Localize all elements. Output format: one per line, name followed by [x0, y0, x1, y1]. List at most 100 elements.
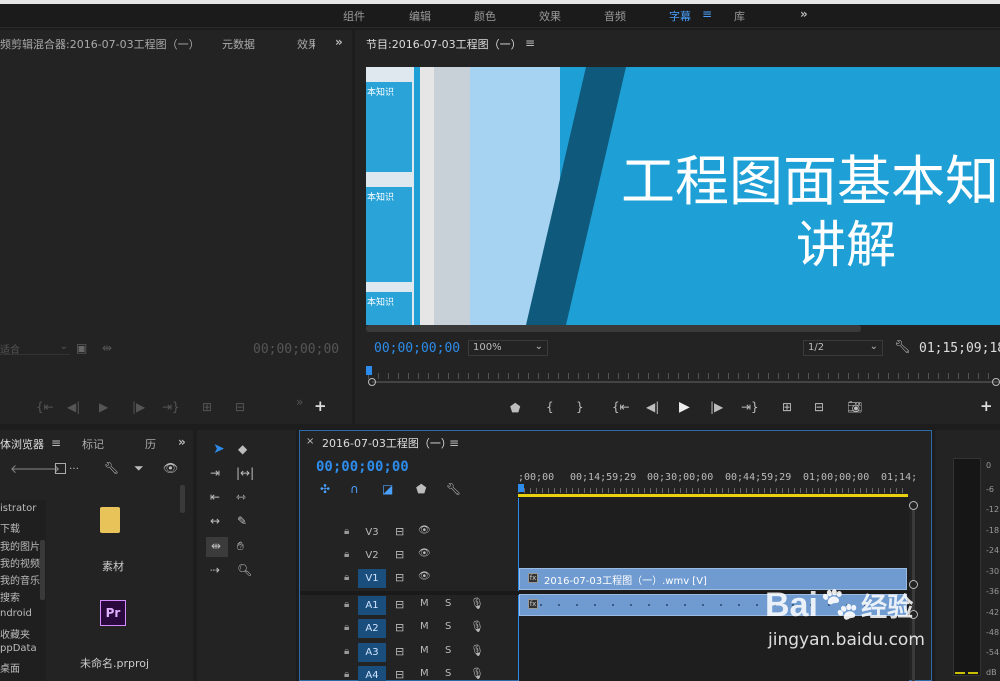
track-label-v1[interactable]: V1 [358, 569, 386, 588]
scroll-handle-top[interactable] [909, 501, 918, 510]
export-frame-icon[interactable]: ▣ [76, 342, 87, 354]
go-to-out-icon[interactable]: ⇥} [741, 401, 759, 413]
workspace-overflow-icon[interactable]: » [800, 8, 808, 20]
folder-icon[interactable] [100, 507, 120, 533]
tab-media-browser[interactable]: 体浏览器 [0, 436, 44, 452]
nest-icon[interactable]: ✣ [320, 483, 330, 495]
lock-icon[interactable]: 🔒︎ [344, 622, 349, 633]
eye-icon[interactable]: 👁︎ [163, 462, 178, 474]
lock-icon[interactable]: 🔒︎ [344, 669, 349, 680]
mute-button[interactable]: M [420, 621, 429, 632]
microphone-icon[interactable]: 🎙︎ [470, 667, 484, 680]
mute-button[interactable]: M [420, 598, 429, 609]
media-browser-scrollbar[interactable] [180, 485, 185, 513]
view-toggle-checkbox[interactable] [55, 463, 66, 474]
eye-icon[interactable]: 👁︎ [418, 571, 431, 582]
folder-item[interactable]: 下载 [0, 520, 20, 535]
source-tab-mixer[interactable]: 频剪辑混合器:2016-07-03工程图（一） [0, 36, 200, 52]
sync-lock-icon[interactable]: ⊟ [395, 645, 404, 658]
track-label-a2[interactable]: A2 [358, 619, 386, 638]
timeline-playhead-icon[interactable] [518, 484, 524, 492]
lock-icon[interactable]: 🔒︎ [344, 599, 349, 610]
go-to-in-icon[interactable]: {⇤ [612, 401, 630, 413]
track-label-v3[interactable]: V3 [358, 523, 386, 542]
sync-lock-icon[interactable]: ⊟ [395, 621, 404, 634]
folder-item[interactable]: 我的图片 [0, 538, 40, 553]
source-overwrite-icon[interactable]: ⊟ [235, 401, 245, 413]
sync-lock-icon[interactable]: ⊟ [395, 571, 404, 584]
work-area-bar[interactable] [518, 494, 908, 497]
premiere-project-icon[interactable]: Pr [100, 600, 126, 626]
add-marker-icon[interactable]: ⬟ [510, 402, 520, 414]
pen-tool-icon[interactable]: ✎ [237, 515, 247, 527]
workspace-menu-icon[interactable]: ≡ [702, 8, 712, 20]
folder-item[interactable]: 我的视频 [0, 555, 40, 570]
step-back-icon[interactable]: ◀| [646, 401, 659, 413]
timeline-ruler[interactable]: ;00;00 00;14;59;29 00;30;00;00 00;44;59;… [518, 466, 917, 498]
program-scrub-bar[interactable] [366, 366, 1000, 388]
source-step-back-icon[interactable]: ◀| [67, 401, 80, 413]
program-add-button-icon[interactable]: + [980, 399, 993, 414]
mute-button[interactable]: M [420, 645, 429, 656]
workspace-tab-libraries[interactable]: 库 [734, 8, 745, 24]
track-label-v2[interactable]: V2 [358, 546, 386, 565]
mark-in-icon[interactable]: { [546, 401, 554, 413]
source-step-forward-icon[interactable]: |▶ [132, 401, 145, 413]
media-wrench-icon[interactable]: 🔧︎ [104, 462, 119, 474]
lock-icon[interactable]: 🔒︎ [344, 572, 349, 583]
timeline-settings-wrench-icon[interactable]: 🔧︎ [446, 483, 461, 495]
zoom-tool-icon[interactable]: 🔍︎ [237, 564, 252, 576]
play-icon[interactable]: ▶ [679, 400, 690, 414]
scrub-in-handle[interactable] [368, 378, 376, 386]
microphone-icon[interactable]: 🎙︎ [470, 644, 484, 657]
program-timecode[interactable]: 00;00;00;00 [374, 341, 460, 356]
sync-lock-icon[interactable]: ⊟ [395, 668, 404, 681]
lift-icon[interactable]: ⊞ [782, 401, 792, 413]
mute-button[interactable]: M [420, 668, 429, 679]
folder-item[interactable]: ppData [0, 643, 37, 654]
track-label-a3[interactable]: A3 [358, 643, 386, 662]
slip-tool-icon[interactable]: ↔ [210, 515, 220, 527]
linked-selection-icon[interactable]: ◪ [382, 483, 393, 495]
workspace-tab-color[interactable]: 颜色 [474, 8, 496, 24]
workspace-tab-titles[interactable]: 字幕 [669, 8, 691, 24]
hand-tool-icon[interactable]: ✋︎ [237, 540, 244, 552]
media-browser-overflow-icon[interactable]: » [178, 436, 186, 448]
source-mark-out-icon[interactable]: ⇥} [162, 401, 180, 413]
solo-button[interactable]: S [445, 668, 451, 679]
eye-icon[interactable]: 👁︎ [418, 548, 431, 559]
selection-tool-icon[interactable]: ➤ [213, 442, 225, 456]
folder-tree-scrollbar[interactable] [40, 540, 45, 600]
folder-item[interactable]: 我的音乐 [0, 572, 40, 587]
source-insert-icon[interactable]: ⊞ [202, 401, 212, 413]
lock-icon[interactable]: 🔒︎ [344, 526, 349, 537]
track-select-forward-icon[interactable]: ⇢ [210, 564, 220, 576]
solo-button[interactable]: S [445, 621, 451, 632]
sync-lock-icon[interactable]: ⊟ [395, 598, 404, 611]
eye-icon[interactable]: 👁︎ [418, 525, 431, 536]
solo-button[interactable]: S [445, 645, 451, 656]
mark-out-icon[interactable]: } [576, 401, 584, 413]
source-tab-effects[interactable]: 效果 [297, 36, 315, 52]
extract-icon[interactable]: ⊟ [814, 401, 824, 413]
lock-icon[interactable]: 🔒︎ [344, 646, 349, 657]
program-scrollbar[interactable] [366, 325, 861, 332]
microphone-icon[interactable]: 🎙︎ [470, 620, 484, 633]
program-menu-icon[interactable]: ≡ [525, 37, 535, 49]
source-mark-in-icon[interactable]: {⇤ [36, 401, 54, 413]
camera-icon[interactable]: 📷︎ [847, 401, 862, 413]
source-overflow-icon[interactable]: » [335, 36, 343, 48]
source-play-icon[interactable]: ▶ [99, 401, 108, 413]
source-fit-dropdown[interactable]: 适合 ⌄ [0, 341, 70, 356]
workspace-tab-editing[interactable]: 编辑 [409, 8, 431, 24]
sync-lock-icon[interactable]: ⊟ [395, 548, 404, 561]
rolling-edit-tool-icon[interactable]: |↔| [236, 467, 254, 479]
folder-item[interactable]: 搜索 [0, 589, 20, 604]
folder-item[interactable]: istrator [0, 503, 36, 514]
view-more-icon[interactable]: … [69, 462, 79, 472]
source-tab-metadata[interactable]: 元数据 [222, 36, 255, 52]
rate-stretch-tool-icon[interactable]: ⇿ [236, 491, 246, 503]
sync-lock-icon[interactable]: ⊟ [395, 525, 404, 538]
workspace-tab-assembly[interactable]: 组件 [343, 8, 365, 24]
lock-icon[interactable]: 🔒︎ [344, 549, 349, 560]
